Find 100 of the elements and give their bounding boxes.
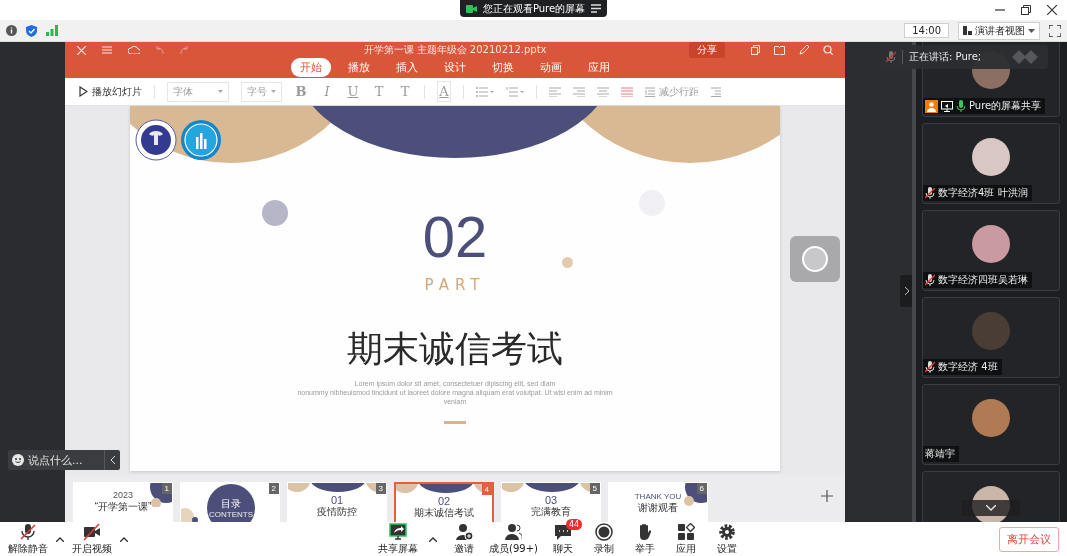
- view-menu-label: 演讲者视图: [975, 23, 1025, 38]
- close-icon[interactable]: [1047, 5, 1057, 15]
- thumbnail-subheading: CONTENTS: [209, 509, 253, 519]
- toolbar-button[interactable]: 邀请: [448, 522, 480, 556]
- screen-share-banner[interactable]: 您正在观看Pure的屏幕: [459, 0, 608, 17]
- slide-thumbnail[interactable]: 目录 CONTENTS 2: [180, 482, 280, 522]
- camera-icon: [465, 4, 477, 13]
- slide-number: 1: [161, 483, 172, 494]
- share-button[interactable]: 分享: [689, 42, 725, 58]
- scroll-down-button[interactable]: [962, 500, 1020, 516]
- thumbnail-title: 谢谢观看: [638, 501, 678, 514]
- restore-icon[interactable]: [1021, 5, 1031, 15]
- avatar-photo: [972, 138, 1010, 176]
- camera-off-icon: [83, 522, 101, 541]
- play-icon: [79, 86, 88, 97]
- muted-microphone-icon: [886, 51, 896, 63]
- chevron-down-icon: [986, 505, 996, 511]
- chat-input-bar[interactable]: 说点什么...: [8, 450, 120, 470]
- bullet-list-icon[interactable]: [476, 86, 494, 97]
- caret-up-icon: [120, 536, 128, 542]
- ribbon-tab[interactable]: 切换: [483, 58, 523, 77]
- ribbon-tab[interactable]: 动画: [531, 58, 571, 77]
- signal-icon[interactable]: [46, 25, 58, 36]
- view-menu[interactable]: 演讲者视图: [958, 21, 1040, 40]
- expand-menu-button[interactable]: [54, 536, 66, 542]
- toolbar-button[interactable]: 录制: [587, 522, 620, 556]
- chevron-left-icon: [110, 456, 115, 464]
- ribbon-tab[interactable]: 播放: [339, 58, 379, 77]
- toolbar-button[interactable]: 应用: [669, 522, 702, 556]
- expand-panel-button[interactable]: [900, 275, 912, 307]
- toolbar-button[interactable]: 解除静音: [8, 522, 48, 556]
- ribbon-tab[interactable]: 开始: [291, 58, 331, 77]
- thumbnail-heading: 02: [437, 495, 451, 507]
- slide-thumbnail[interactable]: 2023 “开学第一课” 1: [73, 482, 173, 522]
- unread-badge: 44: [565, 518, 583, 530]
- toolbar-button[interactable]: 设置: [710, 522, 743, 556]
- layout-icon: [963, 26, 972, 35]
- shield-icon[interactable]: [26, 24, 37, 37]
- copy-icon[interactable]: [751, 45, 760, 55]
- circle-icon: [802, 246, 828, 272]
- participant-name: 数字经济4班 叶洪润: [938, 186, 1028, 200]
- toolbar-button[interactable]: 成员(99+): [489, 522, 538, 556]
- search-icon[interactable]: [823, 45, 833, 55]
- ribbon-tab[interactable]: 设计: [435, 58, 475, 77]
- caret-up-icon: [56, 536, 64, 542]
- decorative-dot: [562, 257, 573, 268]
- floating-circle-button[interactable]: [790, 236, 840, 282]
- record-icon: [594, 522, 613, 541]
- caret-icon: [271, 90, 276, 93]
- cloud-icon[interactable]: [128, 46, 140, 54]
- thumbnail-heading: THANK YOU: [634, 493, 682, 502]
- chat-input-field[interactable]: 说点什么...: [28, 453, 98, 467]
- emoji-icon[interactable]: [12, 454, 24, 466]
- expand-menu-button[interactable]: [427, 536, 439, 542]
- avatar-photo: [972, 225, 1010, 263]
- meeting-time: 14:00: [904, 23, 949, 38]
- thumbnail-title: 疫情防控: [317, 506, 357, 519]
- slide-title: 期末诚信考试: [347, 329, 563, 369]
- thumbnail-title: 期末诚信考试: [414, 507, 474, 520]
- slide-thumbnail[interactable]: 01 疫情防控 3: [287, 482, 387, 522]
- avatar-photo: [972, 399, 1010, 437]
- caret-icon: [218, 90, 223, 93]
- section-label: PART: [424, 278, 486, 293]
- participant-name: 蒋靖宇: [925, 447, 955, 461]
- participant-name: 数字经济 4班: [938, 360, 998, 374]
- undo-icon[interactable]: [156, 46, 164, 54]
- apps-icon: [676, 522, 695, 541]
- slide-number: 3: [375, 483, 386, 494]
- ribbon-tab[interactable]: 插入: [387, 58, 427, 77]
- expand-menu-button[interactable]: [118, 536, 130, 542]
- ribbon-tab[interactable]: 应用: [579, 58, 619, 77]
- indent-icon[interactable]: [711, 86, 721, 97]
- list-icon[interactable]: [591, 4, 602, 13]
- leave-meeting-button[interactable]: 离开会议: [999, 526, 1059, 552]
- toolbar-button[interactable]: 举手: [628, 522, 661, 556]
- chevron-right-icon: [903, 287, 909, 295]
- emblem-icon: [180, 119, 222, 161]
- add-slide-button[interactable]: [821, 490, 833, 505]
- play-slideshow-button[interactable]: 播放幻灯片: [79, 84, 142, 99]
- dotted-circle: [262, 200, 288, 226]
- section-number: 02: [422, 208, 488, 266]
- banner-text: 您正在观看Pure的屏幕: [482, 1, 586, 16]
- book-icon[interactable]: [774, 45, 785, 55]
- speaking-text: 正在讲话: Pure;: [909, 50, 982, 64]
- fullscreen-icon[interactable]: [1049, 24, 1061, 37]
- menu-icon[interactable]: [102, 46, 112, 54]
- toolbar-button[interactable]: 开启视频: [72, 522, 112, 556]
- caret-up-icon: [429, 536, 437, 542]
- caret-icon: [1028, 28, 1035, 33]
- slide-number: 4: [481, 484, 492, 495]
- thumbnail-heading: 目录: [221, 497, 241, 509]
- pen-icon[interactable]: [799, 45, 809, 55]
- info-icon[interactable]: [6, 25, 17, 36]
- slide-thumbnail[interactable]: 02 期末诚信考试 4: [394, 482, 494, 522]
- redo-icon[interactable]: [180, 46, 188, 54]
- participant-name: Pure的屏幕共享: [969, 99, 1042, 113]
- thumbnail-heading: 01: [330, 494, 344, 506]
- slide-thumbnail[interactable]: THANK YOU 谢谢观看 6: [608, 482, 708, 522]
- toolbar-button[interactable]: 共享屏幕: [378, 522, 418, 556]
- participant-name: 数字经济四班吴若琳: [938, 273, 1028, 287]
